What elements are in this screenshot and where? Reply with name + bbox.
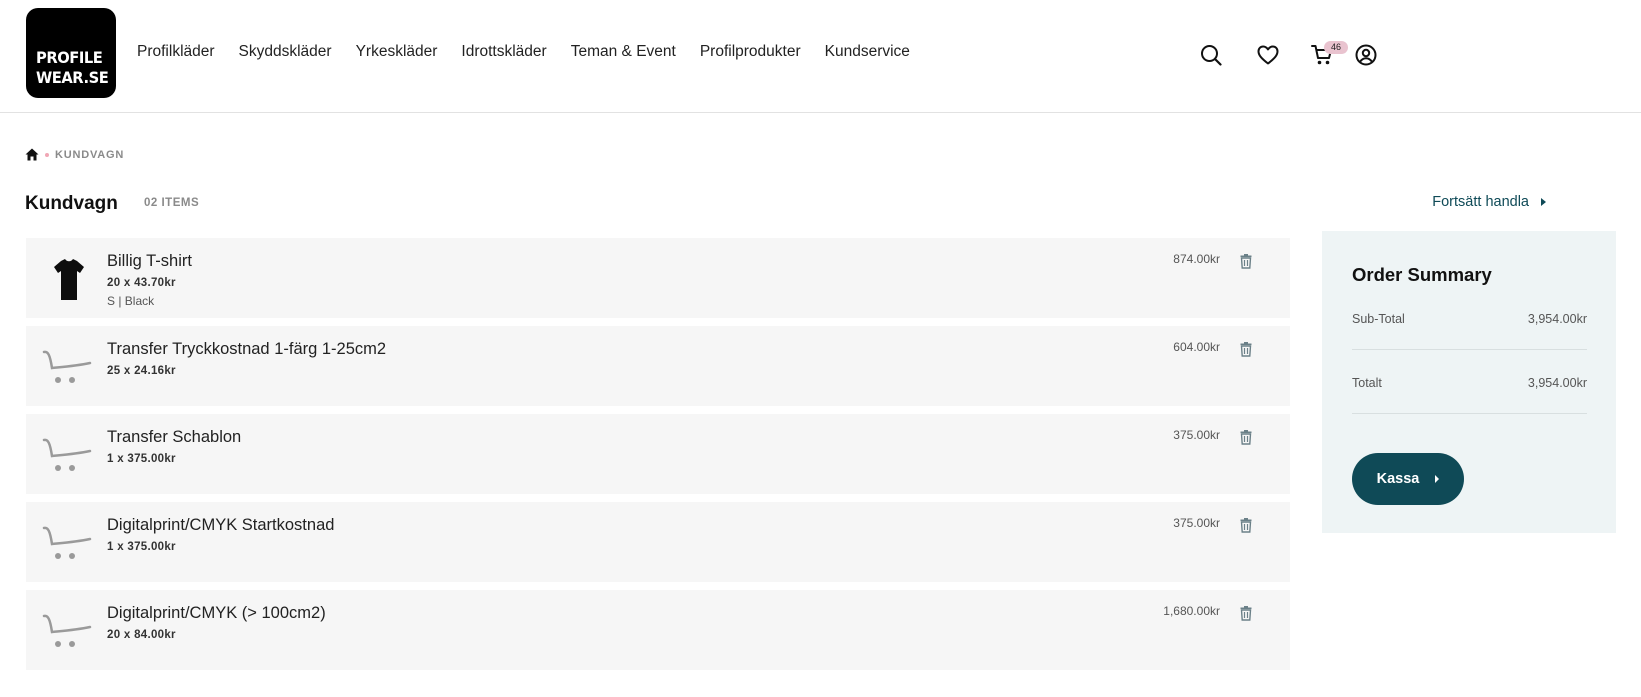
nav-item-kundservice[interactable]: Kundservice <box>825 43 910 61</box>
product-name[interactable]: Billig T-shirt <box>107 252 192 271</box>
trash-icon[interactable] <box>1238 605 1254 621</box>
product-name[interactable]: Transfer Tryckkostnad 1-färg 1-25cm2 <box>107 340 386 359</box>
cart-item: Digitalprint/CMYK Startkostnad 1 x 375.0… <box>26 502 1290 582</box>
cart-placeholder-icon[interactable] <box>42 342 96 392</box>
site-logo[interactable]: PROFILE WEAR.SE <box>26 8 116 98</box>
product-quantity: 25 x 24.16kr <box>107 365 176 377</box>
caret-right-icon <box>1541 198 1546 206</box>
user-icon <box>1355 44 1377 66</box>
checkout-label: Kassa <box>1376 471 1420 487</box>
subtotal-row: Sub-Total 3,954.00kr <box>1352 312 1587 350</box>
product-price: 1,680.00kr <box>1163 604 1220 618</box>
cart-placeholder-icon[interactable] <box>42 606 96 656</box>
search-icon <box>1201 45 1222 66</box>
nav-item-teman-event[interactable]: Teman & Event <box>571 43 676 61</box>
breadcrumb: KUNDVAGN <box>25 148 124 161</box>
cart-count-badge: 46 <box>1324 41 1348 54</box>
product-price: 604.00kr <box>1173 340 1220 354</box>
subtotal-value: 3,954.00kr <box>1527 312 1587 326</box>
cart-item: Transfer Schablon 1 x 375.00kr 375.00kr <box>26 414 1290 494</box>
cart-placeholder-icon[interactable] <box>42 430 96 480</box>
nav-item-yrkesklader[interactable]: Yrkeskläder <box>356 43 438 61</box>
heart-icon <box>1257 45 1279 65</box>
site-header: PROFILE WEAR.SE Profilkläder Skyddskläde… <box>0 0 1641 113</box>
nav-item-skyddsklader[interactable]: Skyddskläder <box>239 43 332 61</box>
product-quantity: 20 x 43.70kr <box>107 277 176 289</box>
product-price: 375.00kr <box>1173 428 1220 442</box>
trash-icon[interactable] <box>1238 341 1254 357</box>
page-title: Kundvagn <box>25 193 118 214</box>
caret-right-icon <box>1435 475 1440 483</box>
cart-button[interactable]: 46 <box>1307 40 1348 70</box>
order-summary-title: Order Summary <box>1352 264 1492 285</box>
cart-item: Billig T-shirt 20 x 43.70kr S | Black 87… <box>26 238 1290 318</box>
account-button[interactable] <box>1351 40 1381 70</box>
product-variant: S | Black <box>107 294 155 308</box>
nav-item-profilprodukter[interactable]: Profilprodukter <box>700 43 801 61</box>
product-price: 874.00kr <box>1173 252 1220 266</box>
product-price: 375.00kr <box>1173 516 1220 530</box>
home-icon[interactable] <box>25 148 39 161</box>
header-icons: 46 <box>1196 40 1381 70</box>
logo-line-1: PROFILE <box>36 48 103 67</box>
total-label: Totalt <box>1352 376 1382 390</box>
product-quantity: 1 x 375.00kr <box>107 453 176 465</box>
trash-icon[interactable] <box>1238 517 1254 533</box>
subtotal-label: Sub-Total <box>1352 312 1405 326</box>
trash-icon[interactable] <box>1238 429 1254 445</box>
search-button[interactable] <box>1196 40 1226 70</box>
nav-item-idrottsklader[interactable]: Idrottskläder <box>461 43 546 61</box>
logo-line-2: WEAR.SE <box>36 68 109 87</box>
checkout-button[interactable]: Kassa <box>1352 453 1464 505</box>
tshirt-icon[interactable] <box>42 254 96 304</box>
trash-icon[interactable] <box>1238 253 1254 269</box>
continue-shopping-link[interactable]: Fortsätt handla <box>1432 194 1546 210</box>
cart-item: Digitalprint/CMYK (> 100cm2) 20 x 84.00k… <box>26 590 1290 670</box>
product-quantity: 1 x 375.00kr <box>107 541 176 553</box>
product-name[interactable]: Digitalprint/CMYK Startkostnad <box>107 516 334 535</box>
total-value: 3,954.00kr <box>1527 376 1587 390</box>
order-summary: Order Summary Sub-Total 3,954.00kr Total… <box>1322 231 1616 533</box>
continue-shopping-label: Fortsätt handla <box>1432 194 1529 210</box>
wishlist-button[interactable] <box>1253 40 1283 70</box>
nav-item-profilklader[interactable]: Profilkläder <box>137 43 215 61</box>
total-row: Totalt 3,954.00kr <box>1352 376 1587 414</box>
cart-list: Billig T-shirt 20 x 43.70kr S | Black 87… <box>26 238 1290 678</box>
product-name[interactable]: Digitalprint/CMYK (> 100cm2) <box>107 604 326 623</box>
items-count: 02 ITEMS <box>144 197 200 209</box>
product-quantity: 20 x 84.00kr <box>107 629 176 641</box>
breadcrumb-current: KUNDVAGN <box>55 148 125 161</box>
cart-placeholder-icon[interactable] <box>42 518 96 568</box>
product-name[interactable]: Transfer Schablon <box>107 428 241 447</box>
main-nav: Profilkläder Skyddskläder Yrkeskläder Id… <box>137 43 934 61</box>
breadcrumb-separator <box>45 152 49 157</box>
cart-item: Transfer Tryckkostnad 1-färg 1-25cm2 25 … <box>26 326 1290 406</box>
